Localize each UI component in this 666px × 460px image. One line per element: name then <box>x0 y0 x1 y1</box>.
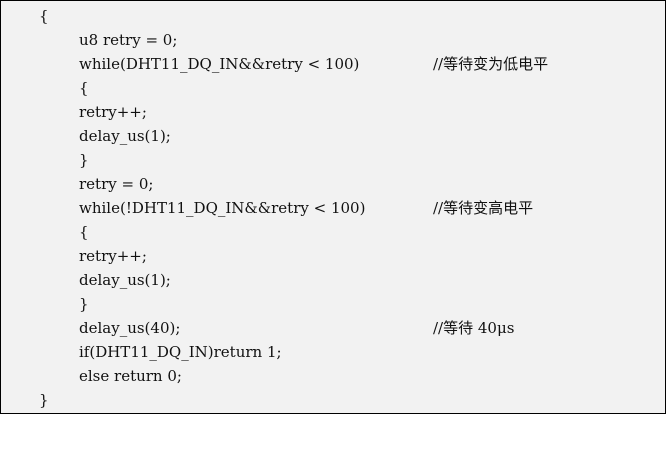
code-text: while(!DHT11_DQ_IN&&retry < 100) <box>79 199 366 217</box>
code-line-3: while(DHT11_DQ_IN&&retry < 100) //等待变为低电… <box>1 52 548 76</box>
code-line-15: if(DHT11_DQ_IN)return 1; <box>1 340 282 364</box>
code-text: retry = 0; <box>79 175 154 193</box>
code-line-13: } <box>1 292 89 316</box>
code-line-6: delay_us(1); <box>1 124 171 148</box>
code-listing-box: { u8 retry = 0; while(DHT11_DQ_IN&&retry… <box>0 0 666 414</box>
code-text: delay_us(1); <box>79 127 171 145</box>
code-text: } <box>39 391 49 409</box>
code-text: else return 0; <box>79 367 182 385</box>
code-text: { <box>79 79 89 97</box>
code-line-14: delay_us(40); //等待 40μs <box>1 316 514 340</box>
code-text: retry++; <box>79 103 147 121</box>
code-line-12: delay_us(1); <box>1 268 171 292</box>
code-text: retry++; <box>79 247 147 265</box>
code-line-11: retry++; <box>1 244 147 268</box>
code-text: u8 retry = 0; <box>79 31 178 49</box>
code-text: delay_us(40); <box>79 319 181 337</box>
code-line-5: retry++; <box>1 100 147 124</box>
code-text: } <box>79 151 89 169</box>
code-line-2: u8 retry = 0; <box>1 28 177 52</box>
code-text: } <box>79 295 89 313</box>
code-line-1: { <box>1 4 49 28</box>
code-comment: //等待变高电平 <box>433 199 534 217</box>
code-text: if(DHT11_DQ_IN)return 1; <box>79 343 282 361</box>
code-line-8: retry = 0; <box>1 172 153 196</box>
code-comment: //等待变为低电平 <box>433 55 549 73</box>
code-line-16: else return 0; <box>1 364 182 388</box>
code-line-10: { <box>1 220 89 244</box>
code-line-4: { <box>1 76 89 100</box>
code-text: delay_us(1); <box>79 271 171 289</box>
code-line-7: } <box>1 148 89 172</box>
code-text: { <box>79 223 89 241</box>
code-text: while(DHT11_DQ_IN&&retry < 100) <box>79 55 360 73</box>
code-line-9: while(!DHT11_DQ_IN&&retry < 100) //等待变高电… <box>1 196 533 220</box>
code-line-17: } <box>1 388 49 412</box>
code-text: { <box>39 7 49 25</box>
code-comment: //等待 40μs <box>433 319 515 337</box>
